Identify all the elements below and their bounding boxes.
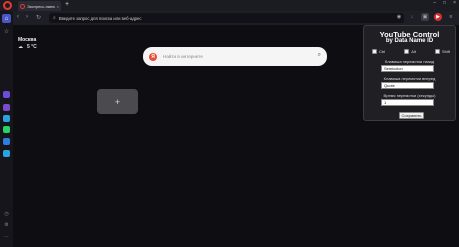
cloud-icon: ☁ — [18, 44, 23, 50]
new-tab-button[interactable]: + — [65, 1, 69, 8]
search-icon[interactable]: ⌕ — [318, 52, 321, 59]
star-icon[interactable]: ☆ — [2, 27, 11, 36]
search-placeholder: Найти в интернете — [163, 54, 203, 59]
ctrl-option[interactable]: Ctrl — [372, 49, 385, 54]
search-box[interactable]: Я Найти в интернете ⌕ — [143, 47, 327, 66]
forward-key-label: Клавиша перемотки вперед — [383, 76, 436, 81]
messenger-icon[interactable] — [3, 104, 10, 111]
add-speed-dial-button[interactable]: + — [97, 89, 138, 114]
history-icon[interactable]: ◷ — [2, 209, 11, 218]
address-placeholder: Введите запрос для поиска или веб-адрес — [58, 15, 142, 21]
alt-option[interactable]: Alt — [404, 49, 416, 54]
more-icon[interactable]: ⋯ — [2, 232, 11, 241]
yandex-logo-icon: Я — [149, 52, 157, 61]
shift-checkbox[interactable] — [434, 49, 440, 54]
download-icon[interactable]: ↓ — [408, 13, 416, 21]
popup-subtitle: by Data Name ID — [385, 38, 434, 44]
weather-temp: 5 °C — [27, 44, 37, 50]
maximize-icon[interactable]: □ — [443, 0, 446, 6]
camera-icon[interactable]: ◉ — [395, 13, 403, 21]
address-toolbar: ‹ › ↻ ⌕ Введите запрос для поиска или ве… — [13, 11, 459, 25]
minimize-icon[interactable]: – — [433, 0, 436, 6]
weather-widget[interactable]: ☁ 5 °C — [18, 44, 37, 50]
shift-option[interactable]: Shift — [434, 49, 450, 54]
extension-icon[interactable]: ▶ — [434, 13, 442, 21]
sidebar: ⌂ ☆ ◷ ⚙ ⋯ — [0, 11, 13, 247]
toolbar-icons: ◉ ↓ ▣ ▶ ≡ — [395, 13, 455, 21]
address-bar[interactable]: ⌕ Введите запрос для поиска или веб-адре… — [49, 13, 404, 23]
settings-icon[interactable]: ⚙ — [2, 220, 11, 229]
seek-time-label: Время перемотки (секунды) — [383, 93, 436, 98]
whatsapp-icon[interactable] — [3, 126, 10, 133]
instagram-icon[interactable] — [3, 150, 10, 157]
menu-icon[interactable]: ≡ — [447, 13, 455, 21]
window-controls: – □ × — [433, 0, 456, 6]
youtube-control-popup: YouTube Control by Data Name ID Ctrl Alt… — [363, 25, 456, 121]
vk-icon[interactable] — [3, 115, 10, 122]
back-icon[interactable]: ‹ — [17, 14, 19, 20]
weather-city: Москва — [18, 37, 37, 43]
tab-speed-dial[interactable]: Экспресс-панель × — [18, 1, 61, 11]
rewind-key-input[interactable]: Semicolon — [381, 65, 434, 72]
modifier-checkboxes: Ctrl Alt Shift — [372, 49, 450, 54]
save-button[interactable]: Сохранить — [399, 112, 424, 119]
opera-favicon-icon — [20, 3, 25, 9]
alt-label: Alt — [411, 49, 416, 54]
ctrl-label: Ctrl — [379, 49, 386, 54]
telegram-icon[interactable] — [3, 138, 10, 145]
alt-checkbox[interactable] — [404, 49, 410, 54]
search-icon: ⌕ — [53, 15, 56, 21]
forward-icon[interactable]: › — [26, 14, 28, 20]
aria-icon[interactable] — [3, 91, 10, 98]
opera-menu-icon[interactable] — [3, 1, 12, 10]
close-window-icon[interactable]: × — [453, 0, 456, 6]
shift-label: Shift — [441, 49, 450, 54]
reload-icon[interactable]: ↻ — [36, 14, 41, 21]
seek-time-input[interactable]: 1 — [381, 99, 434, 106]
home-icon[interactable]: ⌂ — [2, 14, 11, 23]
tab-strip: Экспресс-панель × + – □ × — [0, 0, 459, 11]
rewind-key-label: Клавиша перемотки назад — [384, 59, 435, 64]
tab-close-icon[interactable]: × — [57, 4, 59, 9]
tab-title: Экспресс-панель — [27, 3, 55, 9]
cube-icon[interactable]: ▣ — [421, 13, 429, 21]
forward-key-input[interactable]: Quote — [381, 82, 434, 89]
ctrl-checkbox[interactable] — [372, 49, 377, 54]
